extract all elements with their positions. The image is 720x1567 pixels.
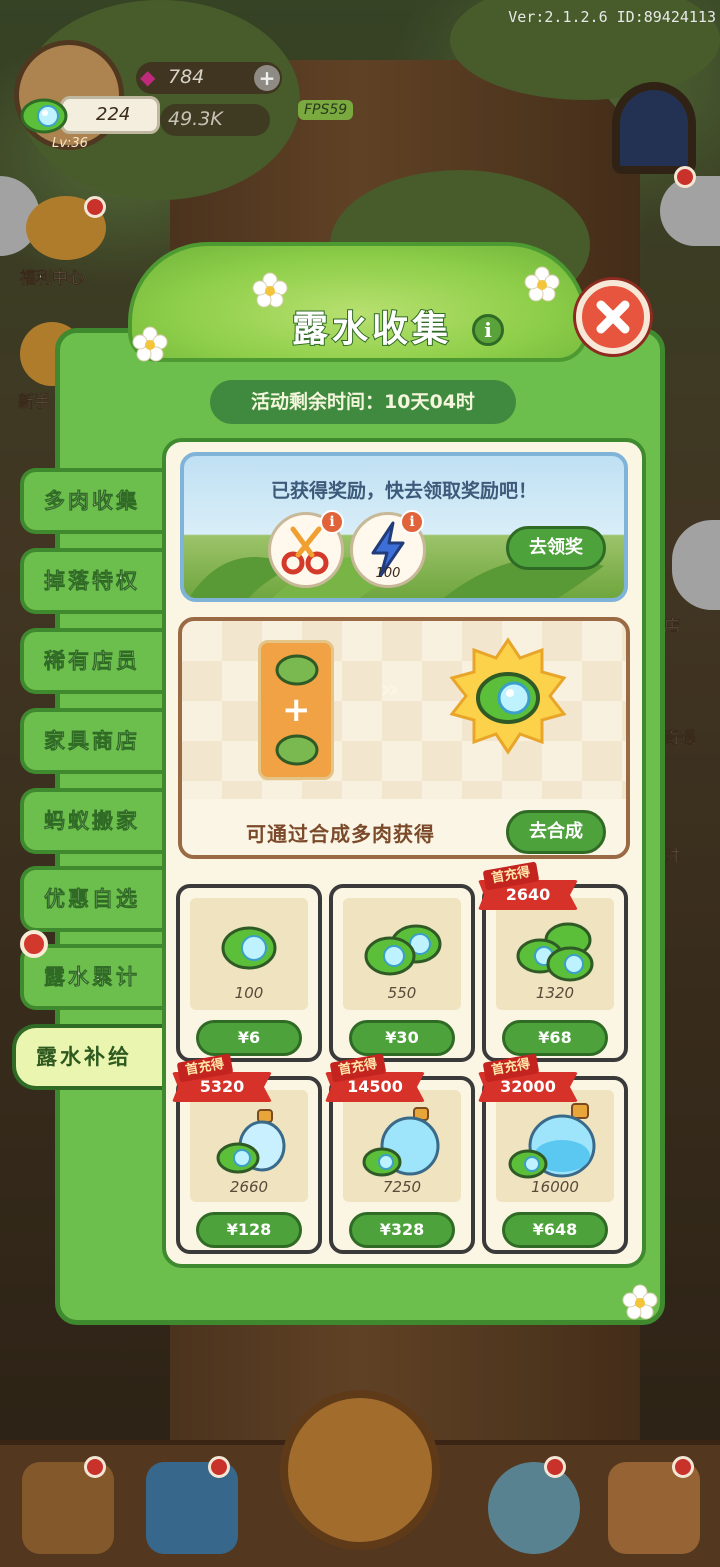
flower-decoration-icon bbox=[524, 266, 560, 302]
tab-notification-dot bbox=[20, 930, 48, 958]
scissors-info-badge[interactable]: i bbox=[320, 510, 344, 534]
dew-bottle-large-icon bbox=[508, 1103, 596, 1179]
coin-value: 49.3K bbox=[168, 108, 223, 130]
dew-pack-price-button[interactable]: ¥68 bbox=[502, 1020, 608, 1056]
close-button[interactable] bbox=[576, 280, 650, 354]
reward-message: 已获得奖励，快去领取奖励吧！ bbox=[270, 480, 537, 502]
dew-leaf-cluster-icon bbox=[516, 922, 594, 982]
green-leaf-icon bbox=[275, 734, 319, 766]
dew-pack-price-button[interactable]: ¥648 bbox=[502, 1212, 608, 1248]
acorn-main-button[interactable] bbox=[280, 1390, 440, 1550]
dew-leaf-result-icon bbox=[449, 637, 567, 755]
version-label: Ver:2.1.2.6 ID:89424113 bbox=[508, 8, 716, 26]
time-side-label: 时 bbox=[664, 846, 681, 866]
dew-pack-quantity: 1320 bbox=[535, 984, 575, 1002]
green-leaf-icon bbox=[275, 654, 319, 686]
dew-pack-price-button[interactable]: ¥30 bbox=[349, 1020, 455, 1056]
tab-succulent-collection[interactable]: 多肉收集 bbox=[20, 468, 170, 534]
globe-notification-dot bbox=[544, 1456, 566, 1478]
shop-side-label: 店 bbox=[664, 616, 681, 636]
dew-leaf-icon bbox=[20, 98, 68, 134]
deal-side-label: 奇遇 bbox=[664, 728, 697, 748]
dew-bottle-medium-icon bbox=[362, 1107, 440, 1177]
dew-pack-price-button[interactable]: ¥128 bbox=[196, 1212, 302, 1248]
dew-pack-price-button[interactable]: ¥328 bbox=[349, 1212, 455, 1248]
info-icon[interactable]: i bbox=[472, 314, 504, 346]
dew-leaf-pair-icon bbox=[364, 924, 442, 976]
snow-globe-nav-icon[interactable] bbox=[488, 1462, 580, 1554]
newbie-label: 新手 bbox=[18, 392, 51, 412]
player-level: Lv:36 bbox=[52, 136, 88, 151]
right-arrow-notification-dot bbox=[674, 166, 696, 188]
dew-pack-quantity: 2660 bbox=[229, 1178, 269, 1196]
close-icon bbox=[596, 300, 630, 334]
dew-pack-quantity: 550 bbox=[387, 984, 417, 1002]
tab-ant-moving[interactable]: 蚂蚁搬家 bbox=[20, 788, 170, 854]
plus-icon: + bbox=[282, 690, 311, 730]
event-timer: 活动剩余时间：10天04时 bbox=[210, 380, 516, 424]
fps-counter: FPS59 bbox=[298, 100, 354, 120]
flower-decoration-icon bbox=[622, 1284, 658, 1320]
tab-rare-clerk[interactable]: 稀有店员 bbox=[20, 628, 170, 694]
notice-notification-dot bbox=[208, 1456, 230, 1478]
house-notification-dot bbox=[672, 1456, 694, 1478]
dew-value: 224 bbox=[96, 104, 131, 125]
panel-title: 露水收集 bbox=[291, 308, 452, 351]
gem-value: 784 bbox=[168, 66, 205, 88]
go-merge-button[interactable]: 去合成 bbox=[506, 810, 606, 854]
tree-window bbox=[612, 82, 696, 174]
tab-drop-privilege[interactable]: 掉落特权 bbox=[20, 548, 170, 614]
add-gems-button[interactable]: + bbox=[254, 65, 280, 91]
dew-leaf-icon bbox=[221, 926, 277, 970]
dew-pack-quantity: 16000 bbox=[531, 1178, 579, 1196]
dew-pack-price-button[interactable]: ¥6 bbox=[196, 1020, 302, 1056]
dew-bottle-small-icon bbox=[216, 1109, 286, 1174]
claim-reward-button[interactable]: 去领奖 bbox=[506, 526, 606, 570]
merge-hint-text: 可通过合成多肉获得 bbox=[246, 822, 435, 846]
dew-pack-quantity: 7250 bbox=[382, 1178, 422, 1196]
gem-icon: ◆ bbox=[140, 65, 156, 89]
tab-discount-select[interactable]: 优惠自选 bbox=[20, 866, 170, 932]
store-notification-dot bbox=[84, 1456, 106, 1478]
reward-item-count: 100 bbox=[375, 566, 401, 581]
lightning-info-badge[interactable]: i bbox=[400, 510, 424, 534]
dew-pack-quantity: 100 bbox=[234, 984, 264, 1002]
flower-decoration-icon bbox=[132, 326, 168, 362]
tab-furniture-shop[interactable]: 家具商店 bbox=[20, 708, 170, 774]
arrow-right-icon: ›› bbox=[380, 672, 399, 705]
welfare-notification-dot bbox=[84, 196, 106, 218]
tab-dew-supply[interactable]: 露水补给 bbox=[12, 1024, 172, 1090]
welfare-center-label: 福利中心 bbox=[20, 268, 85, 288]
